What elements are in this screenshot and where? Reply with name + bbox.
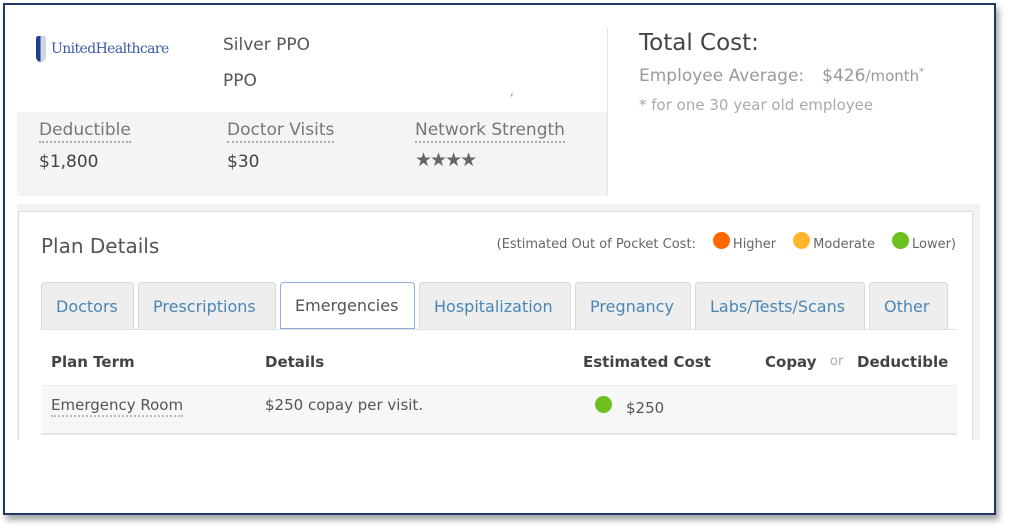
plan-header: UnitedHealthcare Silver PPO PPO , [17,28,607,112]
divider [607,28,608,196]
tab-labs-tests-scans[interactable]: Labs/Tests/Scans [695,282,865,329]
cost-level-dot-icon [595,396,612,413]
footnote-asterisk: * [919,66,925,78]
tab-emergencies[interactable]: Emergencies [280,282,415,329]
stat-label-deductible[interactable]: Deductible [39,120,131,143]
stat-label-network-strength[interactable]: Network Strength [415,120,565,143]
tab-other[interactable]: Other [869,282,948,329]
plan-summary-card: UnitedHealthcare Silver PPO PPO , Deduct… [17,28,607,196]
legend-lower-dot-icon [891,232,909,249]
header-copay: Copay [765,353,817,371]
legend-higher-dot-icon [712,232,730,249]
stat-deductible: Deductible $1,800 [39,120,131,172]
carrier-logo: UnitedHealthcare [36,36,169,62]
row-details: $250 copay per visit. [265,396,424,414]
employee-average-line: Employee Average: $426/month* [639,66,924,86]
stat-value-deductible: $1,800 [39,152,99,172]
header-estimated-cost: Estimated Cost [583,353,711,371]
carrier-logo-text: UnitedHealthcare [51,41,169,57]
plan-type: PPO [223,71,257,91]
plan-details-tabs: Doctors Prescriptions Emergencies Hospit… [41,282,952,330]
table-row: Emergency Room $250 copay per visit. $25… [41,385,957,435]
legend-prefix: (Estimated Out of Pocket Cost: [496,237,696,252]
header-or: or [830,354,844,369]
stray-mark: , [510,84,514,98]
employee-average-period: /month [865,67,920,85]
total-cost-footnote: * for one 30 year old employee [639,96,874,114]
plan-stats: Deductible $1,800 Doctor Visits $30 Netw… [17,112,607,196]
stat-value-doctor-visits: $30 [227,152,260,172]
header-details: Details [265,353,325,371]
plan-details-panel: Plan Details (Estimated Out of Pocket Co… [18,211,973,440]
cost-legend: (Estimated Out of Pocket Cost: Higher Mo… [496,232,956,253]
total-cost-title: Total Cost: [639,30,759,56]
stat-network-strength: Network Strength ★★★★ [415,120,565,171]
stat-label-doctor-visits[interactable]: Doctor Visits [227,120,335,143]
header-plan-term: Plan Term [51,353,135,371]
plan-name: Silver PPO [223,35,311,55]
tab-pregnancy[interactable]: Pregnancy [575,282,691,329]
tabs-underline [41,329,957,330]
tab-prescriptions[interactable]: Prescriptions [138,282,276,329]
legend-lower-label: Lower) [911,237,956,252]
table-header: Plan Term Details Estimated Cost Copay o… [41,343,957,385]
row-estimated-cost: $250 [626,399,665,417]
employee-average-amount: $426 [822,66,866,86]
total-cost-section: Total Cost: Employee Average: $426/month*… [639,30,924,114]
star-rating-icon: ★★★★ [415,149,477,171]
tab-doctors[interactable]: Doctors [41,282,134,329]
shield-logo-icon [36,36,46,62]
employee-average-label: Employee Average: [639,66,805,86]
legend-moderate-label: Moderate [813,237,875,252]
row-term[interactable]: Emergency Room [51,396,184,417]
stat-doctor-visits: Doctor Visits $30 [227,120,335,172]
header-deductible: Deductible [857,353,949,371]
legend-higher-label: Higher [732,237,777,252]
legend-moderate-dot-icon [793,232,811,249]
tab-hospitalization[interactable]: Hospitalization [419,282,571,329]
plan-details-title: Plan Details [41,234,160,258]
